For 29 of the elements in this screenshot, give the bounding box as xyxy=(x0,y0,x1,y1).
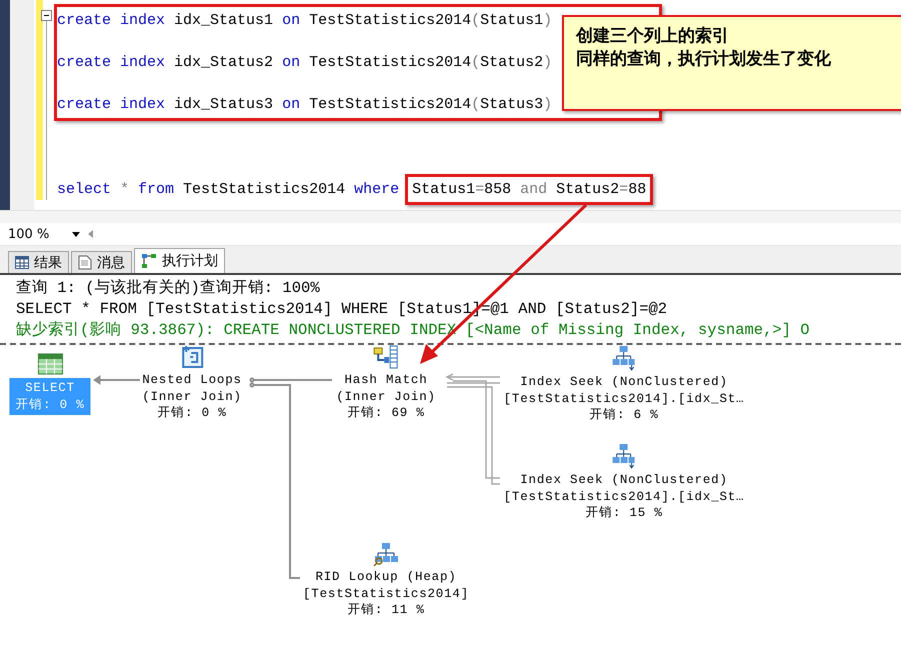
lookup-tree-icon xyxy=(373,542,399,566)
document-icon xyxy=(78,255,92,270)
table-icon xyxy=(37,353,63,375)
caret-icon xyxy=(72,232,80,236)
loop-icon xyxy=(180,345,204,369)
plan-header-text: 查询 1: (与该批有关的)查询开销: 100% xyxy=(16,278,321,299)
scroll-left-icon[interactable] xyxy=(88,230,93,238)
code-line: create index idx_Status3 on TestStatistics2014(Status3) xyxy=(57,95,552,115)
operator-caption[interactable]: RID Lookup (Heap) [TestStatistics2014] 开销: 11 % xyxy=(300,569,472,618)
grid-icon xyxy=(15,256,29,269)
operator-caption[interactable]: Index Seek (NonClustered) [TestStatistics2014].[idx_St… 开销: 6 % xyxy=(502,374,746,424)
connector-arrow xyxy=(93,375,140,385)
result-tab[interactable]: 结果 xyxy=(8,251,69,273)
operator-caption[interactable]: Hash Match (Inner Join) 开销: 69 % xyxy=(334,372,438,422)
callout-note: 创建三个列上的索引 同样的查询，执行计划发生了变化 xyxy=(562,15,901,111)
index-tree-icon xyxy=(612,345,636,371)
code-line: create index idx_Status2 on TestStatistics2014(Status2) xyxy=(57,53,552,73)
scrollbar-track[interactable] xyxy=(0,210,901,223)
highlighted-condition: Status1=858 and Status2=88 xyxy=(405,174,654,205)
index-tree-icon xyxy=(612,443,636,469)
result-tab[interactable]: 执行计划 xyxy=(134,248,225,273)
operator-caption[interactable]: Index Seek (NonClustered) [TestStatistics2014].[idx_St… 开销: 15 % xyxy=(502,472,746,522)
plan-icon xyxy=(141,253,157,269)
collapse-icon[interactable] xyxy=(41,10,52,21)
code-line: create index idx_Status1 on TestStatistics2014(Status1) xyxy=(57,11,552,31)
result-tab[interactable]: 消息 xyxy=(71,251,132,273)
operator-caption[interactable]: Nested Loops (Inner Join) 开销: 0 % xyxy=(140,372,244,422)
hash-match-icon xyxy=(373,345,399,369)
code-line: select * from TestStatistics2014 where xyxy=(57,180,400,200)
